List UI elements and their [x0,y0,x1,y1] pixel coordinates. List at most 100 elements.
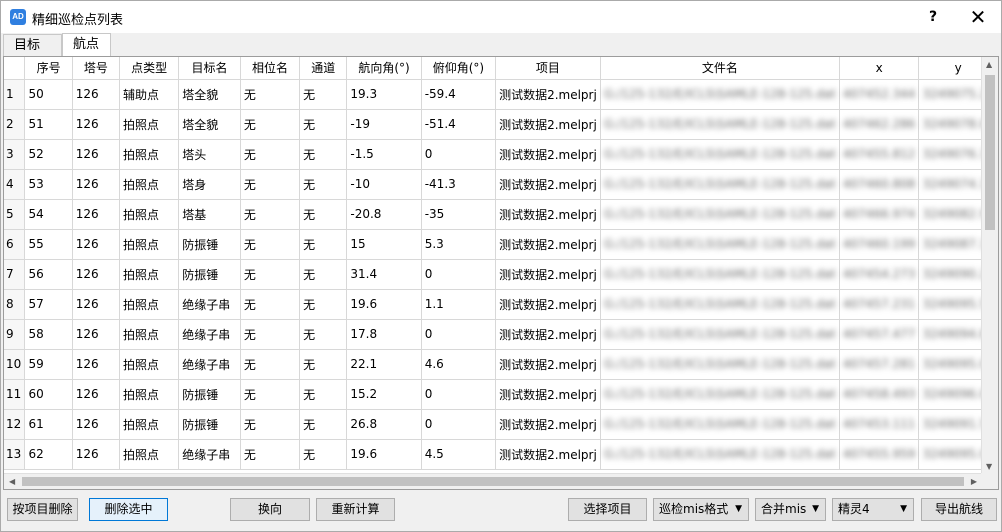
cell-target[interactable]: 塔身 [178,169,241,200]
format-dropdown[interactable]: 巡检mis格式 ▼ [653,498,749,521]
cell-pitch[interactable]: 0 [421,319,497,350]
cell-phase[interactable]: 无 [240,199,301,230]
cell-project[interactable]: 测试数据2.melprj [495,229,601,260]
delete-selected-button[interactable]: 删除选中 [89,498,168,521]
cell-x[interactable]: 407455.959 [839,439,920,470]
cell-x[interactable]: 407457.231 [839,289,920,320]
cell-phase[interactable]: 无 [240,289,301,320]
cell-file[interactable]: G:/125-132/E/ICLS\SAMLE-128-125.dat [600,379,840,410]
cell-target[interactable]: 防振锤 [178,229,241,260]
row-number-header[interactable] [4,57,26,80]
row-number-cell[interactable]: 1 [4,79,26,110]
cell-x[interactable]: 407452.344 [839,79,920,110]
table-row[interactable]: 12 61 126 拍照点 防振锤无无 26.8 0 测试数据2.melprj G:/125-1… [4,409,998,440]
merge-dropdown[interactable]: 合并mis ▼ [755,498,826,521]
cell-pitch[interactable]: 5.3 [421,229,497,260]
scroll-right-icon[interactable]: ▶ [971,477,977,486]
column-header-phase[interactable]: 相位名 [240,57,301,80]
cell-file[interactable]: G:/125-132/E/ICLS\SAMLE-128-125.dat [600,79,840,110]
row-number-cell[interactable]: 8 [4,289,26,320]
cell-x[interactable]: 407460.808 [839,169,920,200]
cell-tower[interactable]: 126 [72,229,121,260]
cell-pitch[interactable]: 0 [421,409,497,440]
cell-point-type[interactable]: 拍照点 [119,139,180,170]
cell-phase[interactable]: 无 [240,229,301,260]
cell-channel[interactable]: 无 [299,229,348,260]
cell-seq[interactable]: 57 [24,289,73,320]
cell-target[interactable]: 绝缘子串 [178,349,241,380]
cell-channel[interactable]: 无 [299,409,348,440]
cell-file[interactable]: G:/125-132/E/ICLS\SAMLE-128-125.dat [600,259,840,290]
cell-file[interactable]: G:/125-132/E/ICLS\SAMLE-128-125.dat [600,139,840,170]
cell-tower[interactable]: 126 [72,349,121,380]
table-row[interactable]: 9 58 126 拍照点 绝缘子串无无 17.8 0 测试数据2.melprj G:/125-1… [4,319,998,350]
cell-tower[interactable]: 126 [72,409,121,440]
cell-point-type[interactable]: 拍照点 [119,109,180,140]
table-row[interactable]: 4 53 126 拍照点 塔身无无 -10 -41.3 测试数据2.melprj G:/125-… [4,169,998,200]
cell-project[interactable]: 测试数据2.melprj [495,109,601,140]
cell-heading[interactable]: 19.6 [346,289,422,320]
cell-project[interactable]: 测试数据2.melprj [495,259,601,290]
column-header-tower[interactable]: 塔号 [72,57,121,80]
column-header-pitch[interactable]: 俯仰角(°) [421,57,497,80]
column-header-seq[interactable]: 序号 [24,57,73,80]
cell-channel[interactable]: 无 [299,439,348,470]
cell-channel[interactable]: 无 [299,169,348,200]
cell-x[interactable]: 407454.273 [839,259,920,290]
drone-model-dropdown[interactable]: 精灵4 ▼ [832,498,914,521]
cell-file[interactable]: G:/125-132/E/ICLS\SAMLE-128-125.dat [600,109,840,140]
cell-tower[interactable]: 126 [72,199,121,230]
cell-point-type[interactable]: 拍照点 [119,229,180,260]
cell-phase[interactable]: 无 [240,109,301,140]
row-number-cell[interactable]: 5 [4,199,26,230]
column-header-project[interactable]: 项目 [495,57,601,80]
vertical-scrollbar[interactable]: ▲ ▼ [981,57,998,474]
cell-target[interactable]: 绝缘子串 [178,319,241,350]
cell-phase[interactable]: 无 [240,409,301,440]
row-number-cell[interactable]: 2 [4,109,26,140]
horizontal-scrollbar[interactable]: ◀ ▶ [4,473,981,489]
cell-phase[interactable]: 无 [240,139,301,170]
row-number-cell[interactable]: 6 [4,229,26,260]
cell-phase[interactable]: 无 [240,259,301,290]
table-row[interactable]: 11 60 126 拍照点 防振锤无无 15.2 0 测试数据2.melprj G:/125-1… [4,379,998,410]
cell-seq[interactable]: 62 [24,439,73,470]
cell-seq[interactable]: 53 [24,169,73,200]
cell-point-type[interactable]: 拍照点 [119,409,180,440]
cell-channel[interactable]: 无 [299,199,348,230]
cell-tower[interactable]: 126 [72,169,121,200]
cell-pitch[interactable]: 1.1 [421,289,497,320]
reverse-button[interactable]: 换向 [230,498,310,521]
cell-pitch[interactable]: -51.4 [421,109,497,140]
cell-file[interactable]: G:/125-132/E/ICLS\SAMLE-128-125.dat [600,229,840,260]
table-row[interactable]: 3 52 126 拍照点 塔头无无 -1.5 0 测试数据2.melprj G:/125-132… [4,139,998,170]
cell-project[interactable]: 测试数据2.melprj [495,139,601,170]
scroll-down-icon[interactable]: ▼ [986,462,992,471]
cell-point-type[interactable]: 拍照点 [119,319,180,350]
column-header-file[interactable]: 文件名 [600,57,840,80]
cell-channel[interactable]: 无 [299,79,348,110]
cell-x[interactable]: 407457.281 [839,349,920,380]
tab-target-points[interactable]: 目标点 [3,34,62,74]
column-header-heading[interactable]: 航向角(°) [346,57,422,80]
cell-point-type[interactable]: 拍照点 [119,289,180,320]
cell-target[interactable]: 防振锤 [178,409,241,440]
column-header-point-type[interactable]: 点类型 [119,57,180,80]
cell-heading[interactable]: -19 [346,109,422,140]
cell-phase[interactable]: 无 [240,319,301,350]
cell-channel[interactable]: 无 [299,259,348,290]
cell-channel[interactable]: 无 [299,379,348,410]
table-row[interactable]: 13 62 126 拍照点 绝缘子串无无 19.6 4.5 测试数据2.melprj G:/12… [4,439,998,470]
cell-x[interactable]: 407455.812 [839,139,920,170]
scroll-left-icon[interactable]: ◀ [9,477,15,486]
cell-point-type[interactable]: 辅助点 [119,79,180,110]
row-number-cell[interactable]: 13 [4,439,26,470]
cell-pitch[interactable]: -35 [421,199,497,230]
cell-project[interactable]: 测试数据2.melprj [495,79,601,110]
table-row[interactable]: 5 54 126 拍照点 塔基无无 -20.8 -35 测试数据2.melprj G:/125-… [4,199,998,230]
cell-tower[interactable]: 126 [72,379,121,410]
column-header-channel[interactable]: 通道 [299,57,348,80]
cell-file[interactable]: G:/125-132/E/ICLS\SAMLE-128-125.dat [600,199,840,230]
cell-target[interactable]: 防振锤 [178,259,241,290]
cell-channel[interactable]: 无 [299,319,348,350]
